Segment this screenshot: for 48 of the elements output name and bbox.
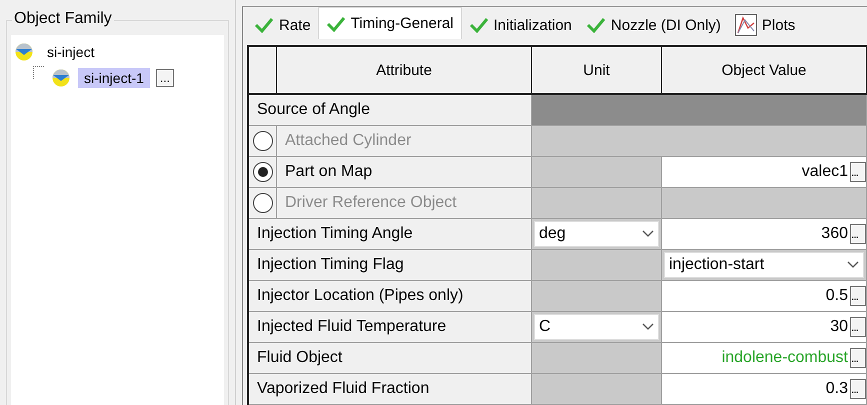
tab[interactable]: Initialization — [462, 11, 579, 39]
attribute-label: Driver Reference Object — [285, 194, 457, 212]
column-header: Unit — [583, 62, 610, 78]
more-button[interactable]: ... — [850, 286, 866, 306]
more-button[interactable]: ... — [850, 162, 866, 182]
plot-icon — [734, 14, 757, 36]
value-text: 0.3 — [826, 380, 848, 398]
unit-dropdown[interactable]: deg — [534, 221, 659, 247]
check-icon — [468, 17, 488, 33]
unit-dropdown[interactable]: C — [534, 314, 659, 340]
attribute-label: Injector Location (Pipes only) — [257, 287, 464, 305]
check-icon — [326, 16, 346, 32]
attribute-label: Injection Timing Flag — [257, 256, 404, 274]
column-header: Attribute — [376, 62, 432, 78]
dropdown-caret-icon — [642, 230, 654, 238]
attribute-label: Part on Map — [285, 163, 372, 181]
more-button[interactable]: ... — [156, 69, 174, 87]
more-button[interactable]: ... — [850, 224, 866, 244]
attribute-label: Vaporized Fluid Fraction — [257, 380, 430, 398]
dropdown-caret-icon — [847, 261, 859, 269]
object-icon — [13, 43, 35, 61]
value-text: 0.5 — [826, 287, 848, 305]
more-button[interactable]: ... — [850, 379, 866, 399]
tree-item[interactable]: si-inject-1 — [78, 68, 150, 88]
value-text: 360 — [821, 225, 848, 243]
tab[interactable]: Nozzle (DI Only) — [578, 11, 728, 39]
more-button[interactable]: ... — [850, 348, 866, 368]
radio-button[interactable] — [252, 162, 272, 182]
check-icon — [254, 17, 274, 33]
value-dropdown[interactable]: injection-start — [664, 252, 864, 278]
object-icon — [50, 69, 72, 87]
more-button[interactable]: ... — [850, 317, 866, 337]
attribute-label: Injection Timing Angle — [257, 225, 413, 243]
value-text: 30 — [830, 318, 848, 336]
column-header: Object Value — [722, 62, 806, 78]
value-text: indolene-combust — [722, 349, 848, 367]
tab[interactable]: Rate — [247, 11, 318, 39]
check-icon — [586, 17, 606, 33]
tab[interactable]: Plots — [728, 11, 802, 39]
dropdown-caret-icon — [642, 323, 654, 331]
tab[interactable]: Timing-General — [318, 7, 462, 39]
section-label: Source of Angle — [257, 101, 370, 119]
tree-item[interactable]: si-inject — [41, 42, 100, 62]
attribute-label: Fluid Object — [257, 349, 342, 367]
attribute-label: Attached Cylinder — [285, 132, 412, 150]
group-title: Object Family — [12, 10, 114, 27]
value-text: valec1 — [802, 163, 848, 181]
attribute-label: Injected Fluid Temperature — [257, 318, 446, 336]
